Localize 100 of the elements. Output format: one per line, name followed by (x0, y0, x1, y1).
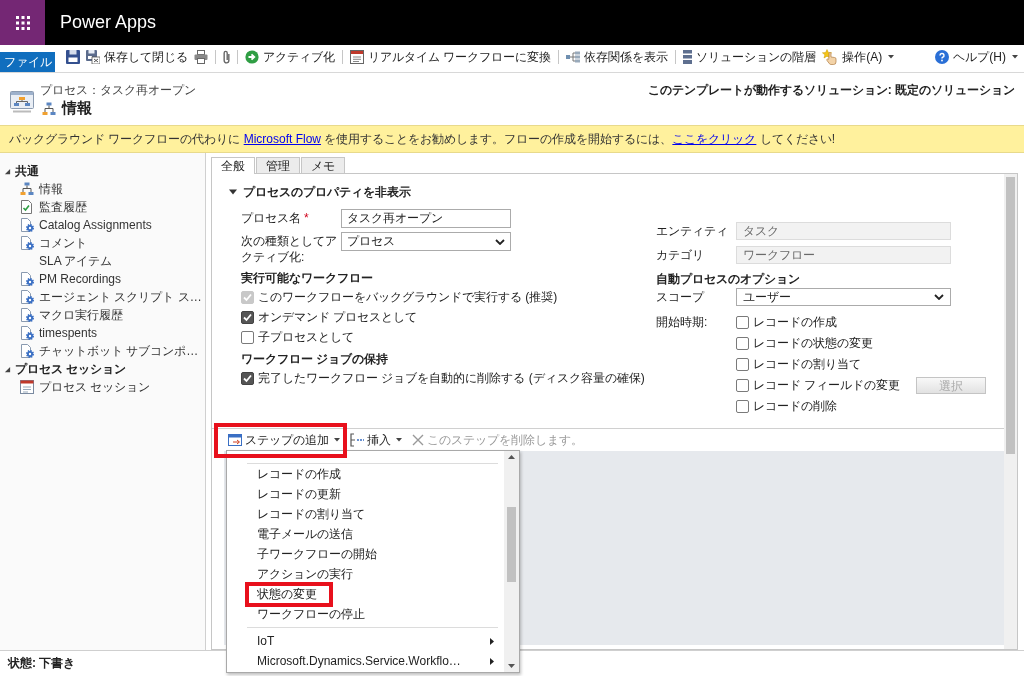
dropdown-field[interactable]: ユーザー (736, 288, 951, 306)
checkbox[interactable] (736, 400, 749, 413)
calendar-icon (20, 380, 34, 394)
checkbox[interactable] (736, 337, 749, 350)
document-gear-icon (20, 308, 34, 322)
save-button[interactable] (63, 48, 83, 66)
submenu-arrow-icon (490, 637, 494, 645)
nav-link[interactable]: マクロ実行履歴 (0, 306, 123, 324)
tab[interactable]: 全般 (211, 157, 255, 174)
menu-item[interactable]: IoT (227, 631, 504, 651)
menu-item[interactable]: 子ワークフローの開始 (227, 544, 504, 564)
section-header[interactable]: プロセスのプロパティを非表示 (229, 183, 411, 201)
status-text: 状態: 下書き (8, 655, 76, 672)
dropdown-field[interactable]: プロセス (341, 232, 511, 251)
flowchart-icon (42, 101, 56, 116)
dependencies-button[interactable]: 依存関係を表示 (563, 48, 672, 66)
save-close-button[interactable]: 保存して閉じる (83, 48, 191, 66)
field-label: スコープ (656, 288, 706, 306)
x-icon (412, 434, 424, 446)
caret-icon (1012, 55, 1018, 59)
checkbox[interactable] (736, 379, 749, 392)
breadcrumb: プロセス：タスク再オープン (40, 82, 196, 99)
activate-button[interactable]: アクティブ化 (242, 48, 338, 66)
read-only-field: ワークフロー (736, 246, 951, 264)
add-step-button[interactable]: ステップの追加 (226, 431, 342, 449)
chevron-down-icon (495, 238, 505, 245)
checkbox[interactable] (241, 330, 254, 344)
bracket-icon (350, 433, 364, 447)
banner-message: バックグラウンド ワークフローの代わりに Microsoft Flow を使用することをお勧めします。フローの作成を開始するには、ここをクリック してください! (9, 130, 836, 148)
scrollbar[interactable] (504, 451, 519, 672)
menu-item[interactable]: 状態の変更 (227, 584, 504, 604)
nav-link[interactable]: プロセス セッション (0, 378, 151, 396)
scrollbar-thumb[interactable] (1006, 177, 1015, 454)
scrollbar[interactable] (1004, 174, 1017, 649)
insert-button[interactable]: 挿入 (348, 431, 404, 449)
window-icon (350, 50, 364, 64)
nav-link[interactable]: Catalog Assignments (0, 216, 152, 234)
save-close-icon (86, 50, 100, 64)
page-title: 情報 (62, 99, 92, 118)
waffle-icon (15, 15, 30, 30)
checkbox[interactable] (241, 310, 254, 324)
nav-section-header[interactable]: 共通 (0, 162, 39, 180)
nav-link[interactable]: コメント (0, 234, 87, 252)
group-heading: ワークフロー ジョブの保持 (241, 351, 389, 368)
actions-menu-button[interactable]: 操作(A) (819, 48, 898, 66)
checkbox-label: レコードの割り当て (753, 356, 861, 373)
caret-icon (396, 438, 402, 442)
help-button[interactable]: ヘルプ(H) (932, 48, 1021, 66)
menu-item[interactable]: レコードの更新 (227, 484, 504, 504)
menu-item[interactable]: レコードの作成 (227, 464, 504, 484)
document-gear-icon (20, 272, 34, 286)
caret-icon (888, 55, 895, 59)
menu-item[interactable]: アクションの実行 (227, 564, 504, 584)
attach-button[interactable] (220, 48, 233, 66)
scrollbar-thumb[interactable] (507, 507, 516, 582)
window-icon (228, 433, 242, 447)
scroll-down-arrow-icon[interactable] (508, 664, 515, 668)
banner-link[interactable]: Microsoft Flow (243, 131, 321, 146)
printer-icon (194, 50, 208, 64)
menu-item[interactable]: レコードの割り当て (227, 504, 504, 524)
arrow-circle-icon (245, 50, 259, 64)
nav-link[interactable]: 情報 (0, 180, 63, 198)
submenu-arrow-icon (490, 657, 494, 665)
nav-link[interactable]: エージェント スクリプト ス… (0, 288, 202, 306)
tab[interactable]: 管理 (256, 157, 300, 173)
menu-item[interactable]: 電子メールの送信 (227, 524, 504, 544)
checkbox-label: 子プロセスとして (258, 328, 354, 346)
solution-note: このテンプレートが動作するソリューション: 既定のソリューション (647, 82, 1015, 99)
nav-link[interactable]: timespents (0, 324, 98, 342)
solution-layers-button[interactable]: ソリューションの階層 (680, 48, 820, 66)
window-flowchart-icon (10, 91, 34, 113)
checkbox-label: 完了したワークフロー ジョブを自動的に削除する (ディスク容量の確保) (258, 369, 645, 387)
flowchart-icon (20, 182, 34, 196)
field-label: エンティティ (656, 222, 729, 240)
save-icon (66, 50, 80, 64)
banner-link[interactable]: ここをクリック (672, 131, 757, 146)
checkbox[interactable] (241, 371, 254, 385)
tab[interactable]: メモ (301, 157, 345, 173)
nav-link[interactable]: SLA アイテム (0, 252, 113, 270)
checkbox[interactable] (736, 358, 749, 371)
app-launcher-button[interactable] (0, 0, 45, 45)
menu-item[interactable]: Microsoft.Dynamics.Service.Workflo… (227, 651, 504, 671)
menu-item[interactable]: ワークフローの停止 (227, 604, 504, 624)
checkbox-label: このワークフローをバックグラウンドで実行する (推奨) (258, 288, 558, 306)
document-gear-icon (20, 290, 34, 304)
chevron-down-icon (934, 294, 944, 300)
scroll-up-arrow-icon[interactable] (508, 455, 515, 459)
checkbox[interactable] (736, 316, 749, 329)
field-label: プロセス名 (241, 210, 301, 226)
text-field[interactable]: タスク再オープン (341, 209, 511, 228)
paperclip-icon (223, 50, 230, 64)
nav-link[interactable]: PM Recordings (0, 270, 122, 288)
caret-icon (334, 438, 340, 442)
file-tab[interactable]: ファイル (0, 52, 55, 72)
nav-link[interactable]: チャットボット サブコンポ… (0, 342, 199, 360)
checkbox-label: レコードの状態の変更 (753, 335, 873, 352)
nav-link[interactable]: 監査履歴 (0, 198, 87, 216)
convert-button[interactable]: リアルタイム ワークフローに変換 (347, 48, 555, 66)
nav-section-header[interactable]: プロセス セッション (0, 360, 127, 378)
checkbox-label: レコード フィールドの変更 (753, 377, 901, 394)
